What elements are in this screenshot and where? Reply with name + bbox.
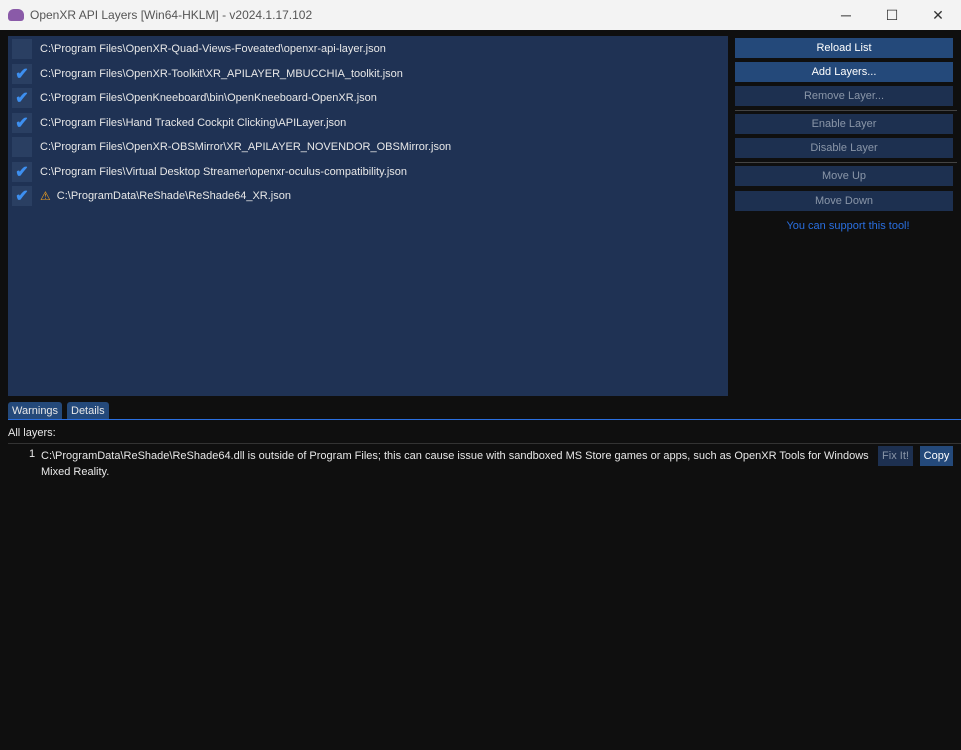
divider [735, 162, 957, 163]
layer-row[interactable]: ✔ C:\Program Files\Hand Tracked Cockpit C… [12, 112, 346, 134]
layer-checkbox[interactable]: ✔ [12, 112, 32, 133]
tab-underline [8, 419, 961, 420]
layer-row[interactable]: ✔ C:\Program Files\Virtual Desktop Stream… [12, 161, 407, 183]
layer-checkbox[interactable] [12, 137, 32, 157]
fix-it-button[interactable]: Fix It! [878, 446, 913, 466]
layer-checkbox[interactable]: ✔ [12, 161, 32, 182]
move-up-button[interactable]: Move Up [735, 166, 953, 186]
enable-layer-button[interactable]: Enable Layer [735, 114, 953, 134]
disable-layer-button[interactable]: Disable Layer [735, 138, 953, 158]
warning-number: 1 [29, 448, 36, 460]
layer-row[interactable]: C:\Program Files\OpenXR-Quad-Views-Fovea… [12, 38, 386, 60]
move-down-button[interactable]: Move Down [735, 191, 953, 211]
app-icon [8, 9, 24, 21]
layer-path: C:\Program Files\Virtual Desktop Streame… [40, 165, 408, 178]
divider [8, 443, 961, 444]
warning-text: C:\ProgramData\ReShade\ReShade64.dll is … [41, 450, 869, 478]
reload-list-button[interactable]: Reload List [735, 38, 953, 58]
layer-checkbox[interactable]: ✔ [12, 186, 32, 206]
layers-list[interactable]: C:\Program Files\OpenXR-Quad-Views-Fovea… [8, 36, 728, 396]
layer-row[interactable]: ✔ C:\Program Files\OpenKneeboard\bin\Open… [12, 87, 377, 109]
window-title: OpenXR API Layers [Win64-HKLM] - v2024.1… [30, 8, 313, 22]
add-layers-button[interactable]: Add Layers... [735, 62, 953, 82]
warnings-heading: All layers: [8, 427, 56, 439]
tab-warnings[interactable]: Warnings [8, 402, 63, 420]
warning-icon: ⚠ [40, 189, 51, 203]
layer-checkbox[interactable]: ✔ [12, 88, 32, 108]
remove-layer-button[interactable]: Remove Layer... [735, 86, 953, 106]
tab-details[interactable]: Details [67, 402, 109, 420]
close-button[interactable]: ✕ [915, 0, 961, 30]
layer-row[interactable]: C:\Program Files\OpenXR-OBSMirror\XR_API… [12, 136, 451, 158]
layer-path: C:\Program Files\OpenKneeboard\bin\OpenK… [40, 92, 377, 104]
layer-path: C:\Program Files\Hand Tracked Cockpit Cl… [40, 116, 347, 129]
divider [735, 110, 957, 111]
title-bar: OpenXR API Layers [Win64-HKLM] - v2024.1… [0, 0, 961, 30]
support-link[interactable]: You can support this tool! [735, 220, 961, 232]
layer-path: C:\Program Files\OpenXR-Toolkit\XR_APILA… [40, 67, 403, 80]
layer-checkbox[interactable] [12, 39, 32, 59]
maximize-button[interactable]: ☐ [869, 0, 915, 30]
layer-path: C:\ProgramData\ReShade\ReShade64_XR.json [56, 190, 291, 202]
layer-path: C:\Program Files\OpenXR-Quad-Views-Fovea… [40, 43, 386, 55]
layer-row[interactable]: ✔ ⚠ C:\ProgramData\ReShade\ReShade64_XR.js… [12, 185, 291, 207]
minimize-button[interactable]: ─ [823, 0, 869, 30]
layer-row[interactable]: ✔ C:\Program Files\OpenXR-Toolkit\XR_APIL… [12, 63, 403, 85]
copy-button[interactable]: Copy [920, 446, 953, 466]
layer-checkbox[interactable]: ✔ [12, 63, 32, 84]
layer-path: C:\Program Files\OpenXR-OBSMirror\XR_API… [40, 141, 452, 153]
